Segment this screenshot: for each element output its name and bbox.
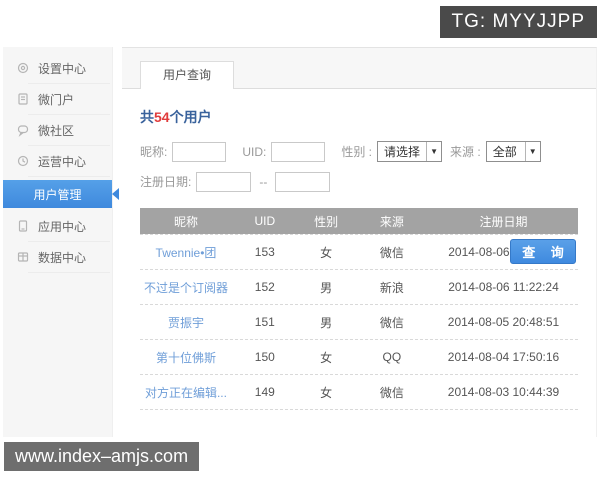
form-row-2: 注册日期: -- [140,171,578,192]
count-prefix: 共 [140,109,154,125]
tg-badge: TG: MYYJJPP [439,6,597,38]
sidebar-item-label: 应用中心 [38,219,87,234]
table-row: 贾振宇 151 男 微信 2014-08-05 20:48:51 [140,305,578,340]
tab-user-query[interactable]: 用户查询 [140,61,235,89]
date-range-separator: -- [259,174,268,189]
user-gender: 女 [320,350,333,365]
col-header-gender: 性别 [314,214,339,229]
count-suffix: 个用户 [169,109,212,125]
chevron-down-icon: ▼ [426,142,441,161]
user-gender: 女 [320,245,333,260]
clock-icon [17,155,29,167]
uid-label: UID: [242,144,267,159]
form-row-1: 昵称: UID: 性别 : 请选择 ▼ 来源 : 全部 ▼ [140,141,578,162]
date-from-input[interactable] [196,171,252,192]
user-uid: 153 [254,245,275,259]
sidebar-item-label: 设置中心 [38,61,87,76]
source-label: 来源 : [450,145,481,159]
sidebar-item-app-center[interactable]: 应用中心 [3,211,112,241]
col-header-uid: UID [254,214,276,228]
user-nickname-link[interactable]: Twennie•团 [140,244,232,261]
sidebar-item-micro-community[interactable]: 微社区 [3,115,112,145]
user-gender: 男 [320,315,333,330]
sidebar: 设置中心 微门户 微社区 运营中心 用户管理 应用中心 数据中心 [3,47,119,437]
user-count-summary: 共54个用户 [122,89,596,127]
col-header-nickname: 昵称 [173,214,198,229]
sidebar-item-label: 数据中心 [38,250,87,265]
search-form: 昵称: UID: 性别 : 请选择 ▼ 来源 : 全部 ▼ 注册日期: -- 查… [122,127,596,264]
user-register-date: 2014-08-04 17:50:16 [447,350,560,364]
user-gender: 男 [320,280,333,295]
user-uid: 149 [254,385,275,399]
user-source: 微信 [379,385,404,400]
gender-label: 性别 : [341,145,373,159]
user-gender: 女 [320,385,333,400]
search-button[interactable]: 查 询 [510,239,576,264]
user-source: 新浪 [379,280,404,295]
chat-icon [17,125,29,137]
user-nickname-link[interactable]: 不过是个订阅器 [140,279,232,296]
count-number: 54 [154,109,170,125]
user-uid: 150 [254,350,275,364]
app-icon [18,220,28,232]
watermark-badge: www.index–amjs.com [4,442,200,471]
divider [28,272,110,273]
chevron-down-icon: ▼ [524,142,540,161]
source-select[interactable]: 全部 ▼ [485,141,541,162]
sidebar-item-user-management[interactable]: 用户管理 [3,180,119,208]
user-nickname-link[interactable]: 贾振宇 [140,314,232,331]
sidebar-item-label: 运营中心 [38,154,87,169]
table-row: 第十位佛斯 150 女 QQ 2014-08-04 17:50:16 [140,340,578,375]
table-row: 对方正在编辑... 149 女 微信 2014-08-03 10:44:39 [140,375,578,410]
user-register-date: 2014-08-06 11:22:24 [448,280,559,294]
date-to-input[interactable] [275,171,331,192]
user-nickname-link[interactable]: 对方正在编辑... [140,384,232,401]
user-nickname-link[interactable]: 第十位佛斯 [140,349,232,366]
divider [28,176,110,177]
sidebar-item-settings-center[interactable]: 设置中心 [3,53,112,83]
col-header-register-date: 注册日期 [479,214,528,229]
user-source: QQ [382,350,402,364]
database-icon [17,252,29,262]
user-uid: 152 [254,280,275,294]
uid-input[interactable] [271,141,326,162]
sidebar-item-data-center[interactable]: 数据中心 [3,242,112,272]
sidebar-item-micro-portal[interactable]: 微门户 [3,84,112,114]
table-header-row: 昵称 UID 性别 来源 注册日期 [140,208,578,234]
user-source: 微信 [379,315,404,330]
sidebar-item-label: 微社区 [38,123,75,138]
register-date-label: 注册日期: [140,175,192,189]
page: TG: MYYJJPP 设置中心 微门户 微社区 运营中心 用户管理 应用中心 … [0,0,600,480]
nickname-label: 昵称: [140,145,168,159]
tab-bar: 用户查询 [122,48,596,89]
document-icon [18,93,28,105]
main-content: 用户查询 共54个用户 昵称: UID: 性别 : 请选择 ▼ 来源 : 全部 … [122,47,597,437]
user-uid: 151 [254,315,275,329]
user-source: 微信 [379,245,404,260]
sidebar-item-label: 微门户 [38,92,75,107]
user-register-date: 2014-08-03 10:44:39 [447,385,560,399]
gender-select[interactable]: 请选择 ▼ [377,141,443,162]
sidebar-item-label: 用户管理 [33,187,82,202]
table-row: 不过是个订阅器 152 男 新浪 2014-08-06 11:22:24 [140,270,578,305]
col-header-source: 来源 [379,214,404,229]
source-selected-value: 全部 [492,145,517,159]
user-register-date: 2014-08-05 20:48:51 [447,315,560,329]
gear-icon [17,62,29,74]
sidebar-item-operations-center[interactable]: 运营中心 [3,146,112,176]
nickname-input[interactable] [172,141,227,162]
gender-selected-value: 请选择 [384,145,421,159]
